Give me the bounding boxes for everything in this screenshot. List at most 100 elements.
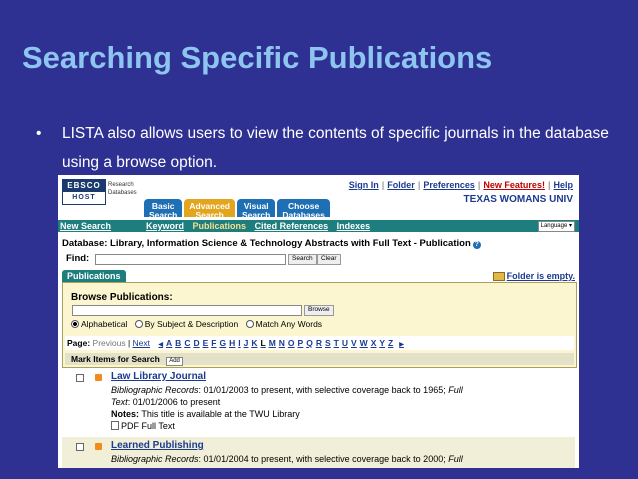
logo-sub2: Databases (108, 190, 137, 196)
language-select[interactable]: Language ▾ (537, 221, 575, 232)
letter-link[interactable]: K (251, 338, 257, 348)
nav-publications[interactable]: Publications (193, 221, 247, 231)
logo-subtitle: Research Databases (108, 181, 137, 197)
fulltext-text: : 01/01/2006 to present (127, 397, 221, 407)
browse-options: Alphabetical By Subject & Description Ma… (71, 319, 327, 329)
full-label: Full (448, 385, 463, 395)
clear-button[interactable]: Clear (317, 254, 341, 265)
letter-link[interactable]: H (229, 338, 235, 348)
next-link[interactable]: Next (133, 338, 150, 348)
bib-label: Bibliographic Records (111, 385, 199, 395)
logo-line1: EBSCO (63, 180, 105, 192)
tab-visual-search[interactable]: Visual Search (236, 199, 276, 220)
letter-link[interactable]: W (360, 338, 368, 348)
browse-title: Browse Publications: (71, 292, 173, 303)
letter-link[interactable]: X (371, 338, 377, 348)
result-details: Bibliographic Records: 01/01/2004 to pre… (111, 453, 566, 465)
previous-link: Previous (92, 338, 126, 348)
institution-name: TEXAS WOMANS UNIV (463, 194, 573, 205)
separator: | (477, 180, 481, 190)
separator: | (417, 180, 421, 190)
letter-link[interactable]: G (219, 338, 226, 348)
new-features-link[interactable]: New Features! (483, 180, 545, 190)
radio-circle (134, 320, 143, 328)
tab-label: Search (149, 210, 178, 220)
page-label: Page: (67, 338, 91, 348)
letter-link[interactable]: L (260, 338, 265, 348)
letter-link[interactable]: A (166, 338, 172, 348)
separator: | (381, 180, 385, 190)
pdf-link[interactable]: PDF Full Text (121, 421, 175, 431)
find-input[interactable] (95, 254, 286, 265)
language-label: Language (540, 223, 568, 229)
nav-keyword[interactable]: Keyword (146, 221, 184, 231)
arrow-left-icon[interactable]: ◀ (158, 342, 163, 348)
ebsco-screenshot: EBSCO HOST Research Databases Sign In | Fo… (58, 175, 579, 468)
letter-link[interactable]: C (184, 338, 190, 348)
letter-link[interactable]: J (244, 338, 249, 348)
bib-label: Bibliographic Records (111, 454, 199, 464)
tab-choose-databases[interactable]: Choose Databases (277, 199, 330, 220)
radio-label: By Subject & Description (144, 319, 239, 329)
mark-items-label: Mark Items for Search (71, 354, 160, 364)
nav-cited-references[interactable]: Cited References (255, 221, 329, 231)
add-button[interactable]: Add (166, 357, 183, 366)
bib-text: : 01/01/2004 to present, with selective … (198, 454, 449, 464)
letter-link[interactable]: S (325, 338, 331, 348)
letter-link[interactable]: M (269, 338, 276, 348)
letter-link[interactable]: P (298, 338, 304, 348)
pdf-icon[interactable] (111, 421, 119, 430)
preferences-link[interactable]: Preferences (423, 180, 475, 190)
letter-link[interactable]: Z (388, 338, 393, 348)
logo-sub1: Research (108, 182, 134, 188)
letter-link[interactable]: O (288, 338, 295, 348)
ebsco-logo[interactable]: EBSCO HOST (62, 179, 106, 205)
bullet-text: LISTA also allows users to view the cont… (62, 125, 609, 171)
search-button[interactable]: Search (288, 254, 317, 265)
browse-button[interactable]: Browse (304, 305, 334, 316)
result-checkbox[interactable] (76, 443, 84, 451)
sign-in-link[interactable]: Sign In (349, 180, 379, 190)
nav-indexes[interactable]: Indexes (337, 221, 371, 231)
letter-link[interactable]: R (316, 338, 322, 348)
letter-link[interactable]: Y (379, 338, 385, 348)
letter-link[interactable]: V (351, 338, 357, 348)
rss-icon[interactable] (95, 374, 102, 381)
tab-label: Search (241, 210, 271, 220)
tab-advanced-search[interactable]: Advanced Search (184, 199, 235, 220)
letter-link[interactable]: B (175, 338, 181, 348)
folder-status[interactable]: Folder is empty. (492, 271, 575, 282)
letter-link[interactable]: D (193, 338, 199, 348)
browse-input[interactable] (72, 305, 302, 316)
result-title[interactable]: Law Library Journal (111, 371, 206, 382)
new-search-link[interactable]: New Search (60, 221, 111, 231)
tab-basic-search[interactable]: Basic Search (144, 199, 183, 220)
radio-alphabetical[interactable]: Alphabetical (71, 319, 127, 329)
bullet-point: • LISTA also allows users to view the co… (36, 119, 626, 177)
bullet-dot: • (36, 125, 42, 142)
logo-line2: HOST (72, 194, 96, 201)
letter-link[interactable]: F (211, 338, 216, 348)
slide-title: Searching Specific Publications (22, 40, 493, 75)
letter-link[interactable]: E (203, 338, 209, 348)
database-line: Database: Library, Information Science &… (62, 238, 481, 249)
letter-link[interactable]: Q (306, 338, 313, 348)
folder-link[interactable]: Folder (387, 180, 415, 190)
top-links: Sign In | Folder | Preferences | New Features!… (349, 180, 573, 190)
letter-link[interactable]: N (279, 338, 285, 348)
text-label: Text (111, 397, 128, 407)
help-icon[interactable]: ? (472, 241, 481, 249)
letter-link[interactable]: U (342, 338, 348, 348)
radio-match-any-words[interactable]: Match Any Words (245, 319, 322, 329)
radio-by-subject[interactable]: By Subject & Description (134, 319, 239, 329)
tab-label: Search (195, 210, 224, 220)
result-title[interactable]: Learned Publishing (111, 440, 204, 451)
rss-icon[interactable] (95, 443, 102, 450)
notes-label: Notes: (111, 409, 140, 419)
result-checkbox[interactable] (76, 374, 84, 382)
letter-link[interactable]: I (238, 338, 240, 348)
arrow-right-icon[interactable]: ▶ (399, 342, 404, 348)
help-link[interactable]: Help (553, 180, 573, 190)
letter-link[interactable]: T (334, 338, 339, 348)
folder-icon (492, 272, 505, 282)
